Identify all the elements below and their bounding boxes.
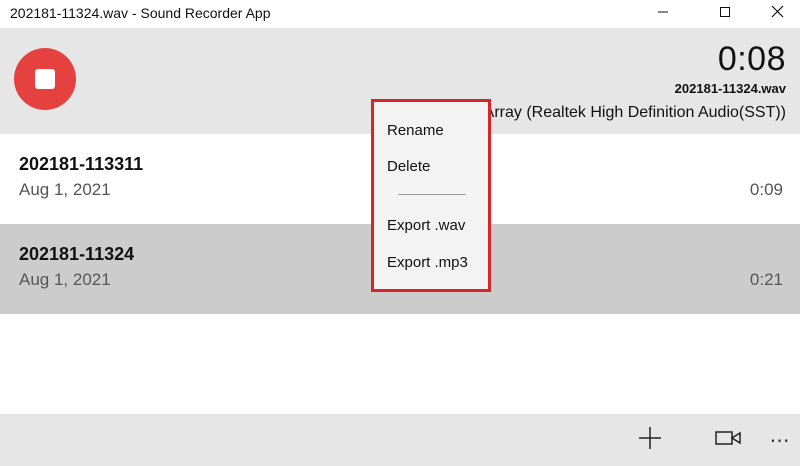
menu-item-export-wav[interactable]: Export .wav [387,217,465,234]
recording-date: Aug 1, 2021 [19,270,111,289]
recording-name: 202181-113311 [19,154,144,174]
context-menu: Rename Delete Export .wav Export .mp3 [371,99,491,292]
video-camera-icon [715,430,741,451]
menu-separator [398,194,466,195]
menu-item-export-mp3[interactable]: Export .mp3 [387,254,468,271]
stop-icon [35,69,55,89]
recording-duration: 0:09 [749,180,783,199]
more-options-button[interactable]: ⋯ [760,414,800,466]
close-icon [771,5,784,23]
recording-date: Aug 1, 2021 [19,180,111,199]
menu-item-delete[interactable]: Delete [387,158,430,175]
maximize-button[interactable] [702,0,748,28]
stop-recording-button[interactable] [14,48,76,110]
input-device-label: e Array (Realtek High Definition Audio(S… [471,104,786,121]
recording-duration: 0:21 [749,270,783,289]
video-button[interactable] [706,414,750,466]
title-bar: 202181-11324.wav - Sound Recorder App [0,0,800,28]
new-recording-button[interactable] [628,414,672,466]
minimize-icon [657,5,669,23]
close-button[interactable] [754,0,800,28]
recording-name: 202181-11324 [19,244,135,264]
minimize-button[interactable] [640,0,686,28]
current-file-name: 202181-11324.wav [674,81,786,96]
window-title: 202181-11324.wav - Sound Recorder App [10,5,271,21]
plus-icon [638,426,662,455]
menu-item-rename[interactable]: Rename [387,122,444,139]
bottom-app-bar: ⋯ [0,414,800,466]
maximize-icon [719,5,731,23]
recording-timer: 0:08 [717,40,786,78]
